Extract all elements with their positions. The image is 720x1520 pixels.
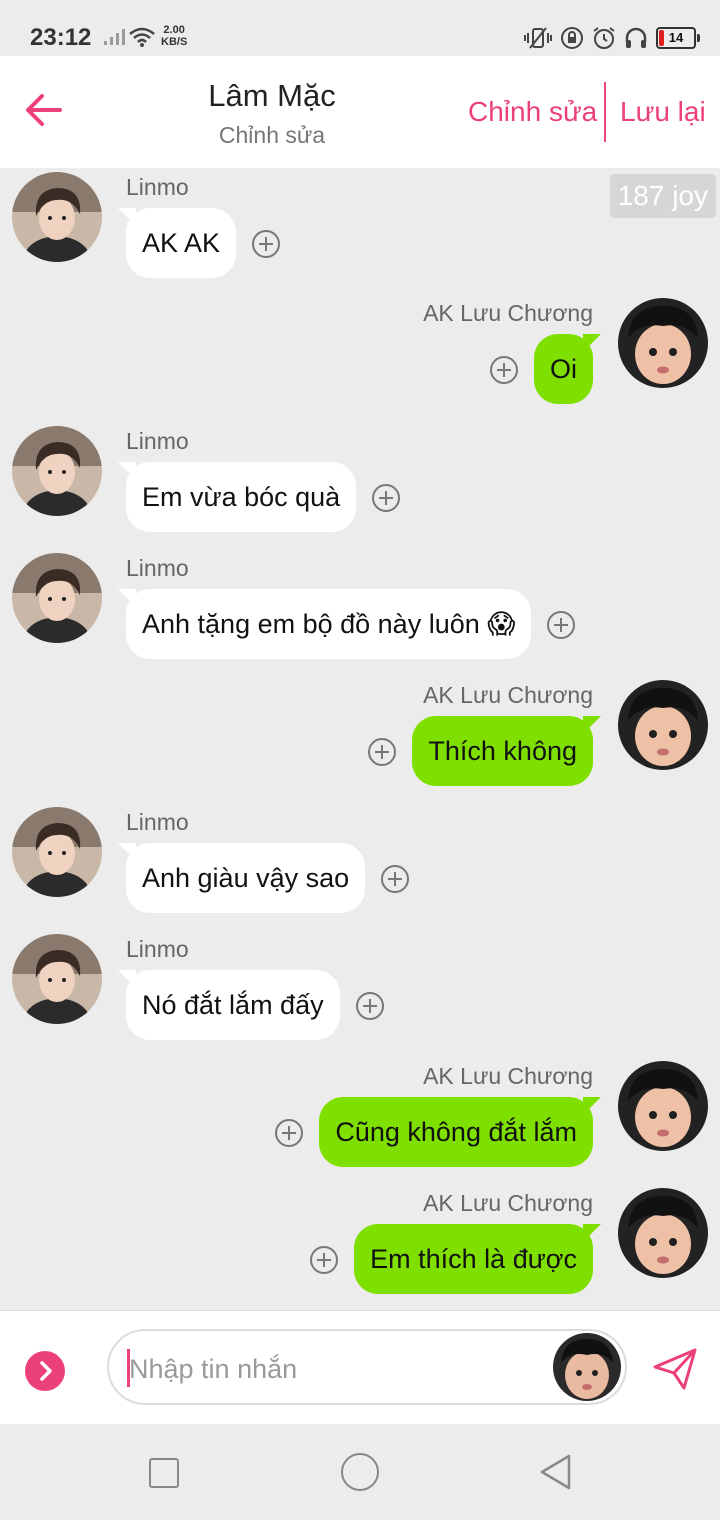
chevron-right-icon — [40, 1361, 52, 1381]
incoming-message: Linmo Anh tặng em bộ đồ này luôn 😱 — [0, 553, 720, 673]
arrow-left-icon — [26, 94, 62, 126]
expand-button[interactable] — [25, 1351, 65, 1391]
add-reaction-button[interactable] — [275, 1119, 303, 1147]
avatar[interactable] — [12, 553, 102, 643]
message-bubble[interactable]: AK AK — [126, 208, 237, 278]
sender-name: Linmo — [126, 809, 189, 835]
recent-apps-button[interactable] — [149, 1458, 179, 1488]
net-speed-unit: KB/S — [161, 36, 188, 48]
sender-name: Linmo — [126, 174, 189, 200]
net-speed: 2.00 KB/S — [161, 24, 187, 48]
message-bubble[interactable]: Em thích là được — [354, 1224, 593, 1294]
nav-back-icon[interactable] — [538, 1452, 574, 1492]
outgoing-message: AK Lưu Chương Cũng không đắt lắm — [0, 1061, 720, 1181]
signal-icon — [104, 29, 125, 45]
headphones-icon — [625, 27, 647, 48]
save-button[interactable]: Lưu lại — [620, 96, 706, 128]
back-button[interactable] — [22, 86, 66, 134]
add-reaction-button[interactable] — [547, 611, 575, 639]
alarm-icon — [593, 27, 615, 49]
message-bubble[interactable]: Oi — [534, 334, 593, 404]
sender-avatar-selector[interactable] — [553, 1333, 621, 1401]
composer-bar — [0, 1310, 720, 1425]
sender-name: AK Lưu Chương — [423, 300, 593, 326]
wifi-icon — [129, 27, 155, 47]
status-icons: 14 — [524, 26, 700, 50]
sender-name: Linmo — [126, 555, 189, 581]
message-bubble[interactable]: Cũng không đắt lắm — [319, 1097, 593, 1167]
send-button[interactable] — [652, 1347, 698, 1391]
message-bubble[interactable]: Nó đắt lắm đấy — [126, 970, 340, 1040]
avatar[interactable] — [618, 680, 708, 770]
message-input[interactable] — [127, 1343, 551, 1395]
sender-name: AK Lưu Chương — [423, 682, 593, 708]
add-reaction-button[interactable] — [310, 1246, 338, 1274]
home-button[interactable] — [341, 1453, 379, 1491]
status-time: 23:12 — [30, 24, 92, 51]
net-speed-value: 2.00 — [163, 24, 185, 36]
message-bubble[interactable]: Anh tặng em bộ đồ này luôn 😱 — [126, 589, 532, 659]
outgoing-message: AK Lưu Chương Oi — [0, 298, 720, 418]
outgoing-message: AK Lưu Chương Thích không — [0, 680, 720, 800]
add-reaction-button[interactable] — [372, 484, 400, 512]
message-bubble[interactable]: Thích không — [412, 716, 593, 786]
outgoing-message: AK Lưu Chương Em thích là được — [0, 1188, 720, 1308]
status-bar: 23:12 2.00 KB/S 14 — [0, 0, 720, 56]
add-reaction-button[interactable] — [252, 230, 280, 258]
battery-icon: 14 — [656, 27, 700, 49]
add-reaction-button[interactable] — [368, 738, 396, 766]
avatar[interactable] — [618, 1188, 708, 1278]
incoming-message: Linmo Nó đắt lắm đấy — [0, 934, 720, 1054]
avatar[interactable] — [12, 426, 102, 516]
page-title: Lâm Mặc — [208, 78, 336, 113]
battery-level: 14 — [668, 30, 684, 45]
sender-name: AK Lưu Chương — [423, 1190, 593, 1216]
vibrate-icon — [524, 27, 552, 49]
system-nav-bar — [0, 1424, 720, 1520]
avatar[interactable] — [618, 298, 708, 388]
add-reaction-button[interactable] — [490, 356, 518, 384]
chat-header: Lâm Mặc Chỉnh sửa Chỉnh sửa Lưu lại — [0, 56, 720, 168]
sender-name: Linmo — [126, 428, 189, 454]
add-reaction-button[interactable] — [356, 992, 384, 1020]
incoming-message: Linmo AK AK — [0, 172, 720, 292]
avatar[interactable] — [12, 934, 102, 1024]
sender-name: AK Lưu Chương — [423, 1063, 593, 1089]
avatar[interactable] — [12, 807, 102, 897]
edit-button[interactable]: Chỉnh sửa — [468, 96, 597, 128]
message-bubble[interactable]: Em vừa bóc quà — [126, 462, 357, 532]
avatar — [553, 1333, 621, 1401]
add-reaction-button[interactable] — [381, 865, 409, 893]
header-divider — [604, 82, 606, 142]
avatar[interactable] — [618, 1061, 708, 1151]
incoming-message: Linmo Anh giàu vậy sao — [0, 807, 720, 927]
message-bubble[interactable]: Anh giàu vậy sao — [126, 843, 366, 913]
page-subtitle: Chỉnh sửa — [218, 122, 326, 148]
chat-message-list[interactable]: 187 joy Linmo AK AK AK Lưu Chương Oi Linmo Em… — [0, 168, 720, 1310]
lock-rotation-icon — [561, 27, 583, 49]
send-icon — [653, 1348, 697, 1390]
sender-name: Linmo — [126, 936, 189, 962]
incoming-message: Linmo Em vừa bóc quà — [0, 426, 720, 546]
avatar[interactable] — [12, 172, 102, 262]
message-input-box[interactable] — [107, 1329, 627, 1405]
